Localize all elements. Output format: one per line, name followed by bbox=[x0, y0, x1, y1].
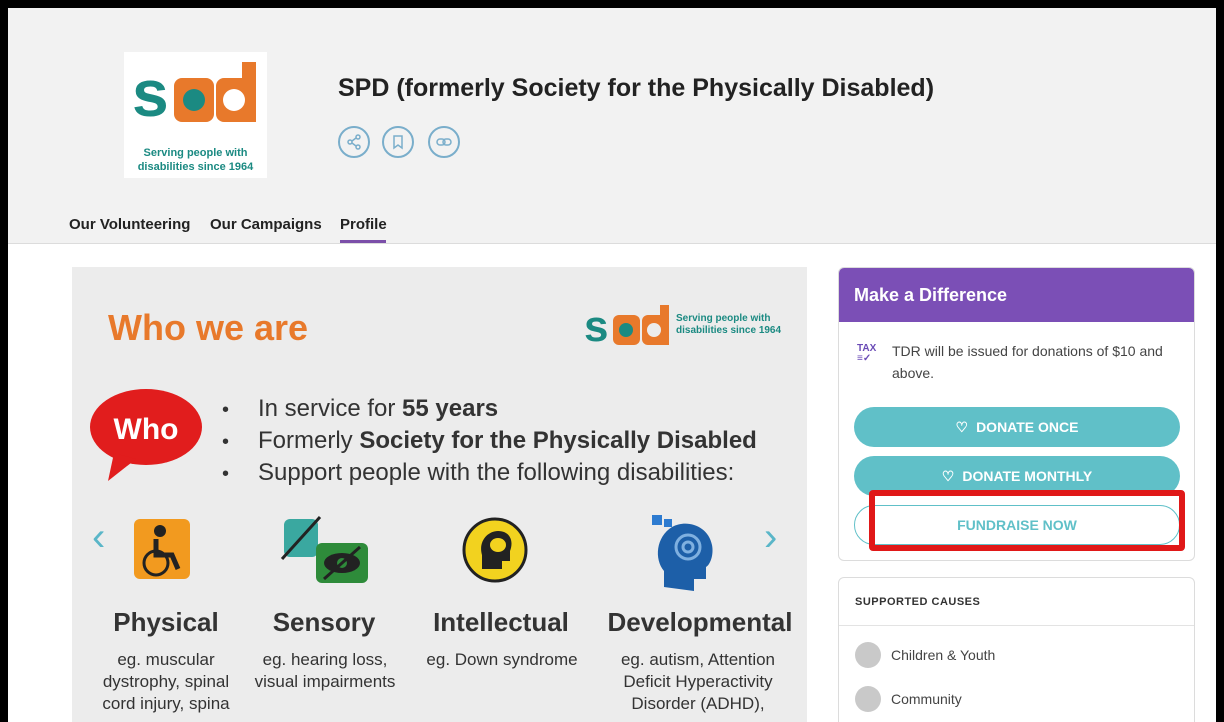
bookmark-icon[interactable] bbox=[382, 126, 414, 158]
wheelchair-icon bbox=[134, 519, 190, 579]
slide-logo-tagline-1: Serving people with bbox=[676, 313, 771, 324]
intellectual-icon bbox=[462, 517, 528, 583]
category-title: Sensory bbox=[272, 607, 376, 637]
category-title: Intellectual bbox=[433, 607, 569, 637]
category-desc: eg. Down syndrome bbox=[426, 650, 578, 669]
heart-icon: ♡ bbox=[941, 467, 955, 484]
tab-our-campaigns[interactable]: Our Campaigns bbox=[210, 216, 322, 233]
share-icon[interactable] bbox=[338, 126, 370, 158]
bullet-dot: • bbox=[222, 463, 230, 485]
tax-icon: TAX ≡✓ bbox=[857, 343, 877, 364]
page-title: SPD (formerly Society for the Physically… bbox=[338, 74, 935, 102]
bullet-3: Support people with the following disabi… bbox=[258, 459, 735, 486]
cause-label: Children & Youth bbox=[891, 647, 996, 663]
sensory-icon bbox=[280, 515, 368, 583]
category-desc: eg. muscular dystrophy, spinal cord injury… bbox=[102, 650, 230, 713]
category-desc: eg. hearing loss, visual impairments bbox=[254, 650, 396, 691]
supported-causes-card: SUPPORTED CAUSES Children & Youth Commun… bbox=[838, 577, 1195, 722]
category-title: Developmental bbox=[607, 607, 793, 637]
profile-carousel: Who we are s Serving people with disabil… bbox=[72, 267, 807, 722]
bullet-1: In service for 55 years bbox=[258, 395, 499, 422]
bullet-2: Formerly Society for the Physically Disa… bbox=[258, 427, 757, 454]
svg-text:s: s bbox=[132, 58, 169, 128]
tab-profile[interactable]: Profile bbox=[340, 216, 387, 233]
slide-heading: Who we are bbox=[108, 307, 309, 348]
cause-item[interactable]: Children & Youth bbox=[855, 642, 995, 668]
heart-icon: ♡ bbox=[955, 418, 969, 435]
donate-once-label: DONATE ONCE bbox=[976, 419, 1079, 435]
tab-our-volunteering[interactable]: Our Volunteering bbox=[69, 216, 190, 233]
category-title: Physical bbox=[113, 607, 219, 637]
page-frame: s Serving people with disabilities since… bbox=[8, 8, 1216, 722]
divider bbox=[839, 625, 1194, 626]
carousel-next-arrow[interactable]: › bbox=[764, 517, 777, 557]
bullet-dot: • bbox=[222, 399, 230, 421]
category-desc: eg. autism, Attention Deficit Hyperactivi… bbox=[620, 650, 776, 713]
donation-heading: Make a Difference bbox=[839, 268, 1194, 322]
causes-title: SUPPORTED CAUSES bbox=[855, 596, 981, 608]
logo-tagline-2: disabilities since 1964 bbox=[137, 161, 254, 173]
donate-once-button[interactable]: ♡ DONATE ONCE bbox=[854, 407, 1180, 447]
highlight-annotation bbox=[869, 490, 1185, 551]
cause-label: Community bbox=[891, 691, 962, 707]
active-tab-indicator bbox=[340, 240, 386, 243]
donate-monthly-label: DONATE MONTHLY bbox=[962, 468, 1093, 484]
slide-spd-logo: s bbox=[584, 303, 669, 349]
org-header: s Serving people with disabilities since… bbox=[8, 8, 1216, 244]
children-icon bbox=[855, 642, 881, 668]
carousel-prev-arrow[interactable]: ‹ bbox=[92, 517, 105, 557]
community-icon bbox=[855, 686, 881, 712]
spd-logo-mark: s bbox=[132, 58, 256, 128]
developmental-icon bbox=[652, 515, 713, 591]
link-icon[interactable] bbox=[428, 126, 460, 158]
who-speech-bubble: Who bbox=[90, 389, 202, 481]
who-label: Who bbox=[114, 413, 179, 446]
cause-item[interactable]: Community bbox=[855, 686, 962, 712]
bullet-dot: • bbox=[222, 431, 230, 453]
tdr-note: TDR will be issued for donations of $10 … bbox=[892, 343, 1163, 381]
logo-tagline-1: Serving people with bbox=[143, 147, 248, 159]
svg-text:s: s bbox=[584, 303, 608, 349]
org-logo: s Serving people with disabilities since… bbox=[124, 52, 267, 178]
slide-logo-tagline-2: disabilities since 1964 bbox=[676, 325, 782, 336]
